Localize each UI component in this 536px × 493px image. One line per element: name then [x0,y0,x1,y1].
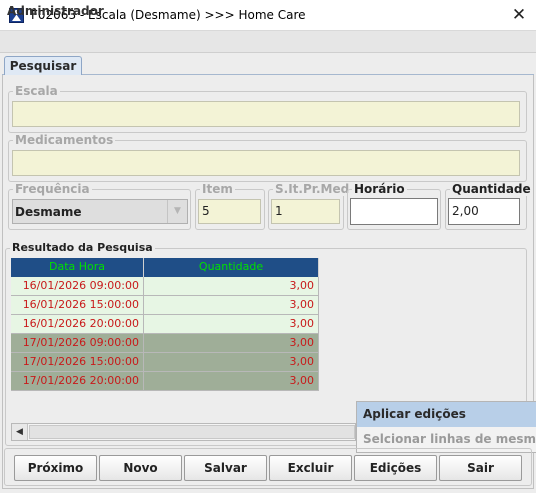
table-cell-datahora[interactable]: 17/01/2026 20:00:00 [11,372,144,391]
sair-button[interactable]: Sair [439,455,522,481]
scrollbar-thumb[interactable] [29,425,355,439]
tab-pesquisar[interactable]: Pesquisar [4,56,82,76]
horario-label: Horário [352,182,407,196]
salvar-button[interactable]: Salvar [184,455,267,481]
close-button[interactable]: ✕ [506,3,532,27]
table-cell-datahora[interactable]: 16/01/2026 15:00:00 [11,296,144,315]
table-cell-quantidade[interactable]: 3,00 [144,372,319,391]
user-label: Administrador [7,4,104,18]
item-label: Item [200,182,235,196]
escala-label: Escala [13,84,60,98]
proximo-button[interactable]: Próximo [14,455,97,481]
table-cell-datahora[interactable]: 17/01/2026 09:00:00 [11,334,144,353]
horario-input[interactable] [350,198,438,225]
table-cell-quantidade[interactable]: 3,00 [144,277,319,296]
table-cell-datahora[interactable]: 16/01/2026 20:00:00 [11,315,144,334]
excluir-button[interactable]: Excluir [269,455,352,481]
table-cell-quantidade[interactable]: 3,00 [144,353,319,372]
table-cell-quantidade[interactable]: 3,00 [144,315,319,334]
user-bar [0,31,536,53]
novo-button[interactable]: Novo [99,455,182,481]
column-header-datahora[interactable]: Data Hora [11,258,144,277]
medicamentos-label: Medicamentos [13,133,116,147]
slt-field: 1 [271,199,340,224]
frequencia-value: Desmame [15,205,82,219]
slt-label: S.It.Pr.Med [273,182,352,196]
results-title: Resultado da Pesquisa [10,241,155,255]
escala-field [12,101,520,127]
quantidade-label: Quantidade [450,182,533,196]
quantidade-input[interactable]: 2,00 [448,198,520,225]
item-field: 5 [198,199,261,224]
edicoes-button[interactable]: Edições [354,455,437,481]
frequencia-select: Desmame ▼ [12,199,188,224]
table-cell-quantidade[interactable]: 3,00 [144,334,319,353]
column-header-quantidade[interactable]: Quantidade [144,258,319,277]
chevron-down-icon: ▼ [167,200,187,223]
medicamentos-field [12,150,520,176]
frequencia-label: Frequência [13,182,92,196]
menu-item-aplicar-edicoes[interactable]: Aplicar edições [357,402,536,427]
scroll-left-arrow-icon[interactable]: ◀ [12,424,28,440]
table-cell-datahora[interactable]: 17/01/2026 15:00:00 [11,353,144,372]
table-cell-datahora[interactable]: 16/01/2026 09:00:00 [11,277,144,296]
table-cell-quantidade[interactable]: 3,00 [144,296,319,315]
